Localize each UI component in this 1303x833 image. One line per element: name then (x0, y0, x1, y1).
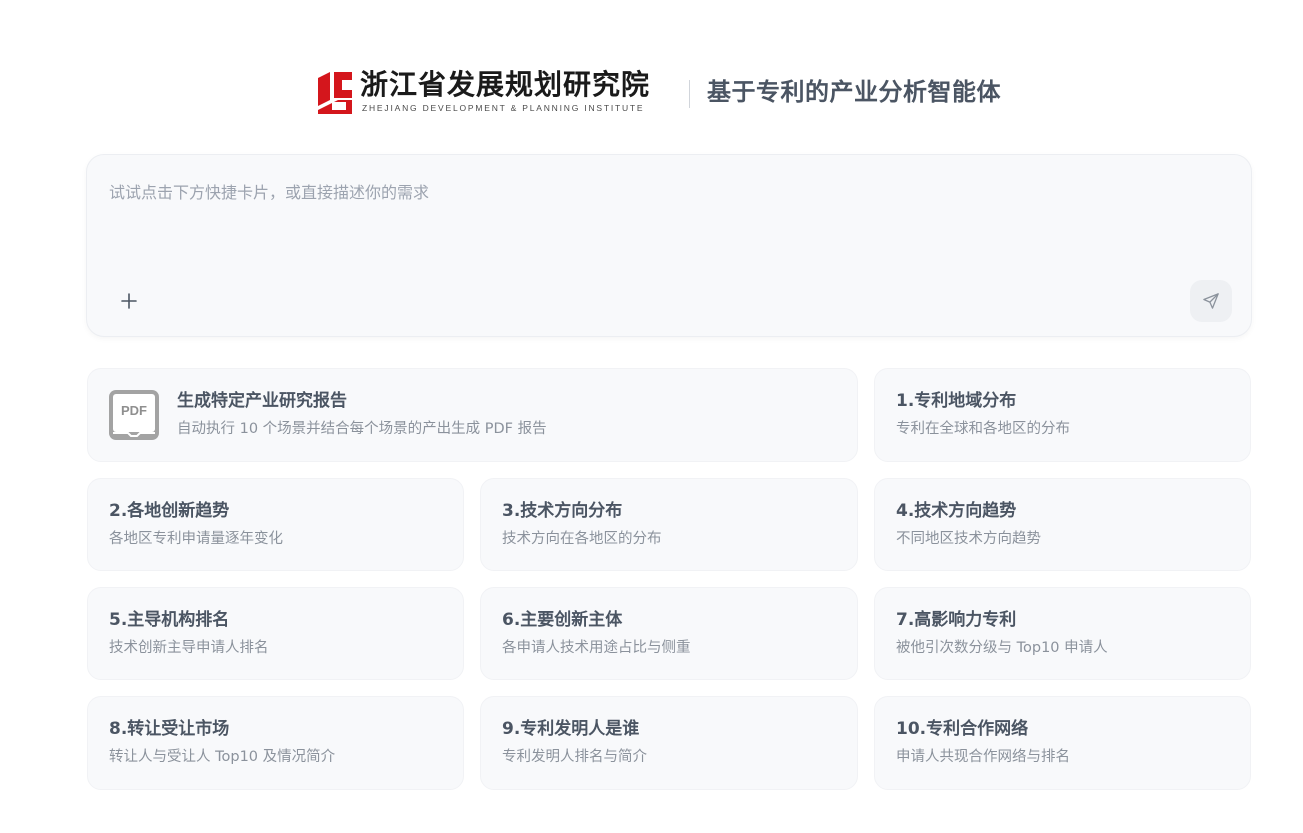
card-title: 4.技术方向趋势 (896, 501, 1017, 521)
scenario-card-6[interactable]: 6.主要创新主体 各申请人技术用途占比与侧重 (480, 587, 858, 680)
card-desc: 技术创新主导申请人排名 (109, 640, 269, 656)
pdf-icon-label: PDF (121, 403, 147, 418)
card-desc: 自动执行 10 个场景并结合每个场景的产出生成 PDF 报告 (177, 421, 547, 437)
card-title: 6.主要创新主体 (502, 610, 623, 630)
scenario-card-1[interactable]: 1.专利地域分布 专利在全球和各地区的分布 (874, 368, 1251, 462)
card-desc: 被他引次数分级与 Top10 申请人 (896, 640, 1108, 656)
pdf-icon: PDF (108, 389, 160, 441)
prompt-input[interactable] (109, 177, 1209, 207)
card-title: 2.各地创新趋势 (109, 501, 230, 521)
scenario-card-5[interactable]: 5.主导机构排名 技术创新主导申请人排名 (87, 587, 464, 680)
prompt-box (86, 154, 1252, 337)
plus-icon (121, 293, 137, 309)
header: 浙江省发展规划研究院 ZHEJIANG DEVELOPMENT & PLANNI… (0, 66, 1303, 120)
add-attachment-button[interactable] (115, 287, 143, 315)
card-title: 1.专利地域分布 (896, 391, 1017, 411)
card-title: 8.转让受让市场 (109, 719, 230, 739)
card-desc: 专利发明人排名与简介 (502, 749, 647, 765)
scenario-card-2[interactable]: 2.各地创新趋势 各地区专利申请量逐年变化 (87, 478, 464, 571)
header-divider (689, 80, 690, 108)
scenario-card-10[interactable]: 10.专利合作网络 申请人共现合作网络与排名 (874, 696, 1251, 790)
scenario-card-4[interactable]: 4.技术方向趋势 不同地区技术方向趋势 (874, 478, 1251, 571)
card-desc: 技术方向在各地区的分布 (502, 531, 662, 547)
scenario-card-8[interactable]: 8.转让受让市场 转让人与受让人 Top10 及情况简介 (87, 696, 464, 790)
card-title: 9.专利发明人是谁 (502, 719, 640, 739)
card-desc: 转让人与受让人 Top10 及情况简介 (109, 749, 336, 765)
logo-name-cn: 浙江省发展规划研究院 (360, 68, 651, 101)
scenario-card-7[interactable]: 7.高影响力专利 被他引次数分级与 Top10 申请人 (874, 587, 1251, 680)
card-desc: 各地区专利申请量逐年变化 (109, 531, 283, 547)
card-title: 7.高影响力专利 (896, 610, 1017, 630)
card-title: 10.专利合作网络 (896, 719, 1029, 739)
send-button[interactable] (1190, 280, 1232, 322)
page-title: 基于专利的产业分析智能体 (707, 78, 1001, 106)
logo-name-en: ZHEJIANG DEVELOPMENT & PLANNING INSTITUT… (362, 103, 645, 113)
report-card[interactable]: PDF 生成特定产业研究报告 自动执行 10 个场景并结合每个场景的产出生成 P… (87, 368, 858, 462)
card-title: 3.技术方向分布 (502, 501, 623, 521)
institute-logo-icon (318, 72, 352, 114)
send-icon (1203, 293, 1219, 309)
scenario-card-3[interactable]: 3.技术方向分布 技术方向在各地区的分布 (480, 478, 858, 571)
card-desc: 各申请人技术用途占比与侧重 (502, 640, 691, 656)
scenario-card-9[interactable]: 9.专利发明人是谁 专利发明人排名与简介 (480, 696, 858, 790)
card-title: 5.主导机构排名 (109, 610, 230, 630)
card-desc: 专利在全球和各地区的分布 (896, 421, 1070, 437)
card-title: 生成特定产业研究报告 (177, 391, 347, 411)
card-desc: 不同地区技术方向趋势 (896, 531, 1041, 547)
card-desc: 申请人共现合作网络与排名 (896, 749, 1070, 765)
